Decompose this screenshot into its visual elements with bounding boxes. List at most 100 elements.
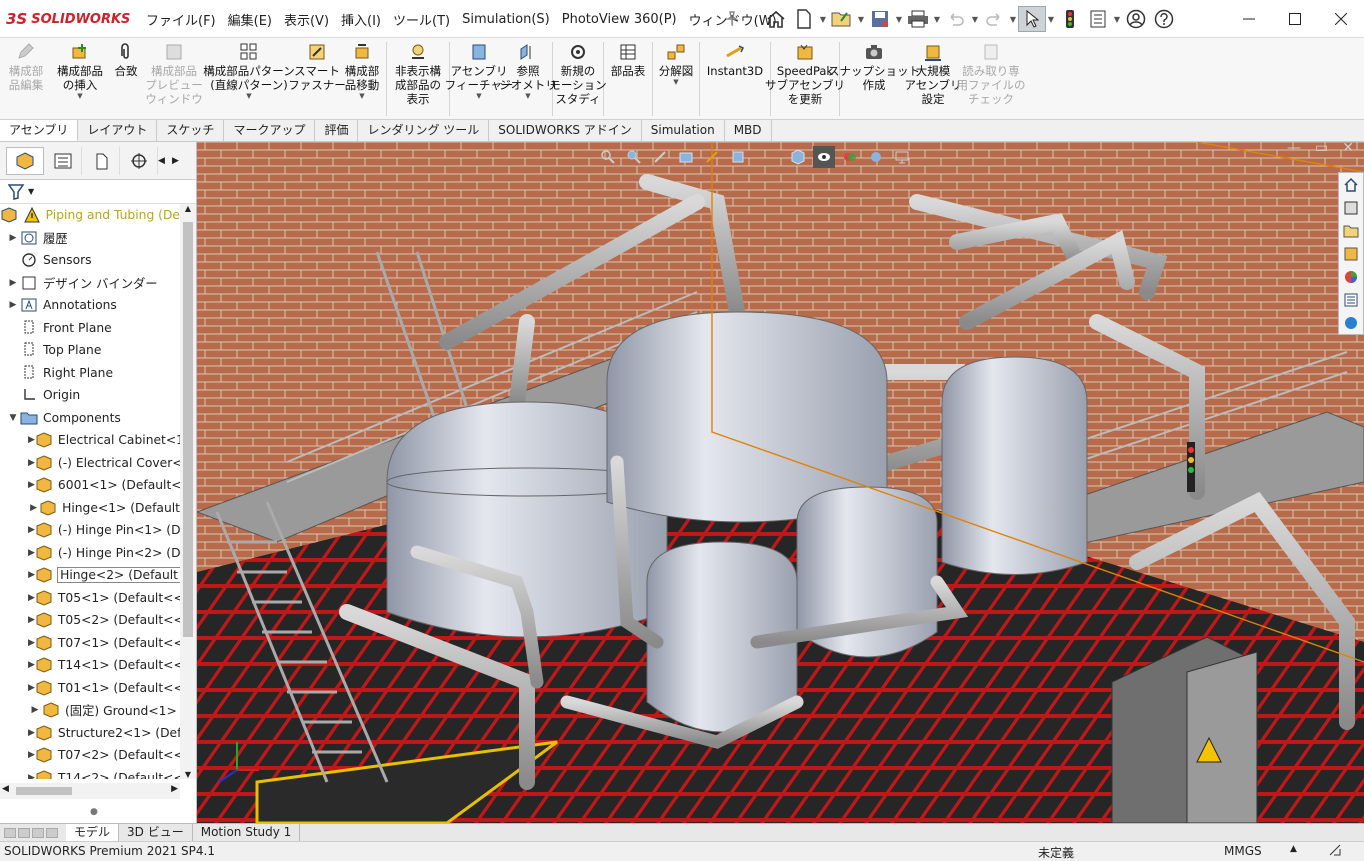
new-dropdown-icon[interactable]: ▼	[818, 15, 828, 24]
expand-arrow-icon[interactable]: ▶	[28, 660, 35, 670]
expand-arrow-icon[interactable]: ▶	[28, 615, 35, 625]
scroll-down-icon[interactable]: ▼	[180, 770, 196, 779]
reference-geometry-dropdown-icon[interactable]: ▼	[525, 92, 530, 100]
previous-view-icon[interactable]	[649, 146, 671, 168]
edit-appearance-icon[interactable]	[839, 146, 861, 168]
graphics-area[interactable]: — ▭ ✕	[197, 142, 1364, 823]
tree-item[interactable]: Front Plane	[0, 317, 180, 340]
take-snapshot-button[interactable]: スナップショット 作成	[828, 38, 920, 120]
tree-item[interactable]: Sensors	[0, 249, 180, 272]
tree-item[interactable]: ▶ T07<1> (Default<<	[0, 632, 180, 655]
show-hidden-components-button[interactable]: 非表示構 成部品の 表示	[389, 38, 447, 120]
open-folder-icon[interactable]	[828, 6, 856, 32]
tab-model[interactable]: モデル	[66, 824, 120, 841]
tree-item[interactable]: ▶ Hinge<2> (Default	[0, 564, 180, 587]
configuration-manager-tab-icon[interactable]	[82, 146, 120, 175]
menu-insert[interactable]: 挿入(I)	[335, 10, 387, 29]
assembly-features-dropdown-icon[interactable]: ▼	[476, 92, 481, 100]
save-icon[interactable]	[866, 6, 894, 32]
edit-component-button[interactable]: 構成部 品編集	[0, 38, 52, 120]
property-manager-tab-icon[interactable]	[44, 146, 82, 175]
assembly-features-button[interactable]: アセンブリ フィーチャー ▼	[445, 38, 513, 120]
view-settings-icon[interactable]	[891, 146, 913, 168]
expand-arrow-icon[interactable]: ▶	[28, 503, 39, 513]
tab-simulation[interactable]: Simulation	[642, 120, 725, 141]
menu-file[interactable]: ファイル(F)	[140, 10, 222, 29]
appearances-icon[interactable]	[1339, 265, 1363, 288]
minimize-icon[interactable]	[1226, 0, 1272, 38]
large-assembly-settings-button[interactable]: 大規模 アセンブリ 設定	[905, 38, 961, 120]
previous-tab-icon[interactable]	[18, 827, 30, 838]
unit-system-arrow-icon[interactable]: ▲	[1290, 844, 1297, 854]
tree-horizontal-scrollbar[interactable]: ◀ ▶	[0, 783, 180, 799]
tree-item[interactable]: Top Plane	[0, 339, 180, 362]
assembly-3d-model[interactable]	[197, 142, 1364, 823]
filter-dropdown-icon[interactable]: ▼	[28, 187, 34, 196]
scroll-thumb[interactable]	[183, 222, 193, 637]
panel-tabs-scroll-right-icon[interactable]: ▶	[172, 156, 186, 166]
tree-item[interactable]: ▶ (-) Electrical Cover<	[0, 452, 180, 475]
tab-layout[interactable]: レイアウト	[78, 120, 158, 141]
expand-arrow-icon[interactable]: ▶	[28, 750, 35, 760]
display-style-icon[interactable]	[787, 146, 809, 168]
reference-geometry-button[interactable]: 参照 ジオメトリ ▼	[499, 38, 557, 120]
tree-item[interactable]: Right Plane	[0, 362, 180, 385]
tab-markup[interactable]: マークアップ	[224, 120, 316, 141]
expand-arrow-icon[interactable]: ▶	[28, 728, 35, 738]
tab-addins[interactable]: SOLIDWORKS アドイン	[489, 120, 642, 141]
tree-item[interactable]: ▶ (-) Hinge Pin<1> (D	[0, 519, 180, 542]
tree-item[interactable]: ▶ T01<1> (Default<<	[0, 677, 180, 700]
expand-arrow-icon[interactable]: ▶	[28, 458, 35, 468]
help-icon[interactable]	[1150, 6, 1178, 32]
tab-render-tools[interactable]: レンダリング ツール	[358, 120, 490, 141]
hscroll-thumb[interactable]	[16, 787, 72, 795]
tab-assembly[interactable]: アセンブリ	[0, 120, 79, 141]
tree-item[interactable]: ▶ 6001<1> (Default<	[0, 474, 180, 497]
print-icon[interactable]	[904, 6, 932, 32]
close-icon[interactable]	[1318, 0, 1364, 38]
menu-tools[interactable]: ツール(T)	[387, 10, 456, 29]
view-orientation-icon[interactable]	[727, 146, 749, 168]
scroll-right-icon[interactable]: ▶	[171, 784, 178, 794]
tab-evaluate[interactable]: 評価	[315, 120, 359, 141]
viewport-close-icon[interactable]: ✕	[1342, 142, 1354, 156]
expand-arrow-icon[interactable]: ▶	[28, 525, 35, 535]
tab-motion-study-1[interactable]: Motion Study 1	[193, 824, 301, 841]
scroll-left-icon[interactable]: ◀	[2, 784, 9, 794]
tree-item[interactable]: ▶ Hinge<1> (Default	[0, 497, 180, 520]
collapse-arrow-icon[interactable]: ▼	[6, 413, 20, 423]
last-tab-icon[interactable]	[46, 827, 58, 838]
expand-arrow-icon[interactable]: ▶	[28, 548, 35, 558]
redo-dropdown-icon[interactable]: ▼	[1008, 15, 1018, 24]
tree-item[interactable]: ▶ T05<2> (Default<<	[0, 609, 180, 632]
linear-pattern-button[interactable]: 構成部品パターン (直線パターン) ▼	[203, 38, 295, 120]
move-component-button[interactable]: 構成部 品移動 ▼	[340, 38, 384, 120]
home-icon[interactable]	[762, 6, 790, 32]
undo-dropdown-icon[interactable]: ▼	[970, 15, 980, 24]
solidworks-logo[interactable]: 3S SOLIDWORKS	[6, 8, 130, 30]
scroll-up-icon[interactable]: ▲	[180, 204, 196, 213]
select-dropdown-icon[interactable]: ▼	[1046, 15, 1056, 24]
tab-3d-views[interactable]: 3D ビュー	[119, 824, 193, 841]
expand-arrow-icon[interactable]: ▶	[28, 593, 35, 603]
maximize-icon[interactable]	[1272, 0, 1318, 38]
dimxpert-tab-icon[interactable]	[120, 146, 158, 175]
tab-mbd[interactable]: MBD	[725, 120, 772, 141]
menu-edit[interactable]: 編集(E)	[222, 10, 278, 29]
design-library-icon[interactable]	[1339, 196, 1363, 219]
tree-item[interactable]: ▶ T14<2> (Default<<	[0, 767, 180, 779]
panel-splitter-icon[interactable]: ●	[90, 807, 98, 817]
custom-properties-icon[interactable]	[1339, 288, 1363, 311]
component-preview-button[interactable]: 構成部品 プレビュー ウィンドウ	[144, 38, 204, 120]
panel-tabs-scroll-left-icon[interactable]: ◀	[158, 156, 172, 166]
read-only-check-button[interactable]: 読み取り専 用ファイルの チェック	[957, 38, 1026, 120]
file-properties-dropdown-icon[interactable]: ▼	[1112, 15, 1122, 24]
pattern-dropdown-icon[interactable]: ▼	[246, 92, 251, 100]
new-motion-study-button[interactable]: 新規の モーション スタディ	[549, 38, 607, 120]
pin-icon[interactable]	[724, 10, 740, 26]
tree-item[interactable]: ▶ T05<1> (Default<<	[0, 587, 180, 610]
expand-arrow-icon[interactable]: ▶	[28, 480, 35, 490]
tree-filter[interactable]: ▼	[0, 180, 196, 204]
expand-arrow-icon[interactable]: ▶	[28, 705, 42, 715]
expand-arrow-icon[interactable]: ▶	[28, 683, 35, 693]
